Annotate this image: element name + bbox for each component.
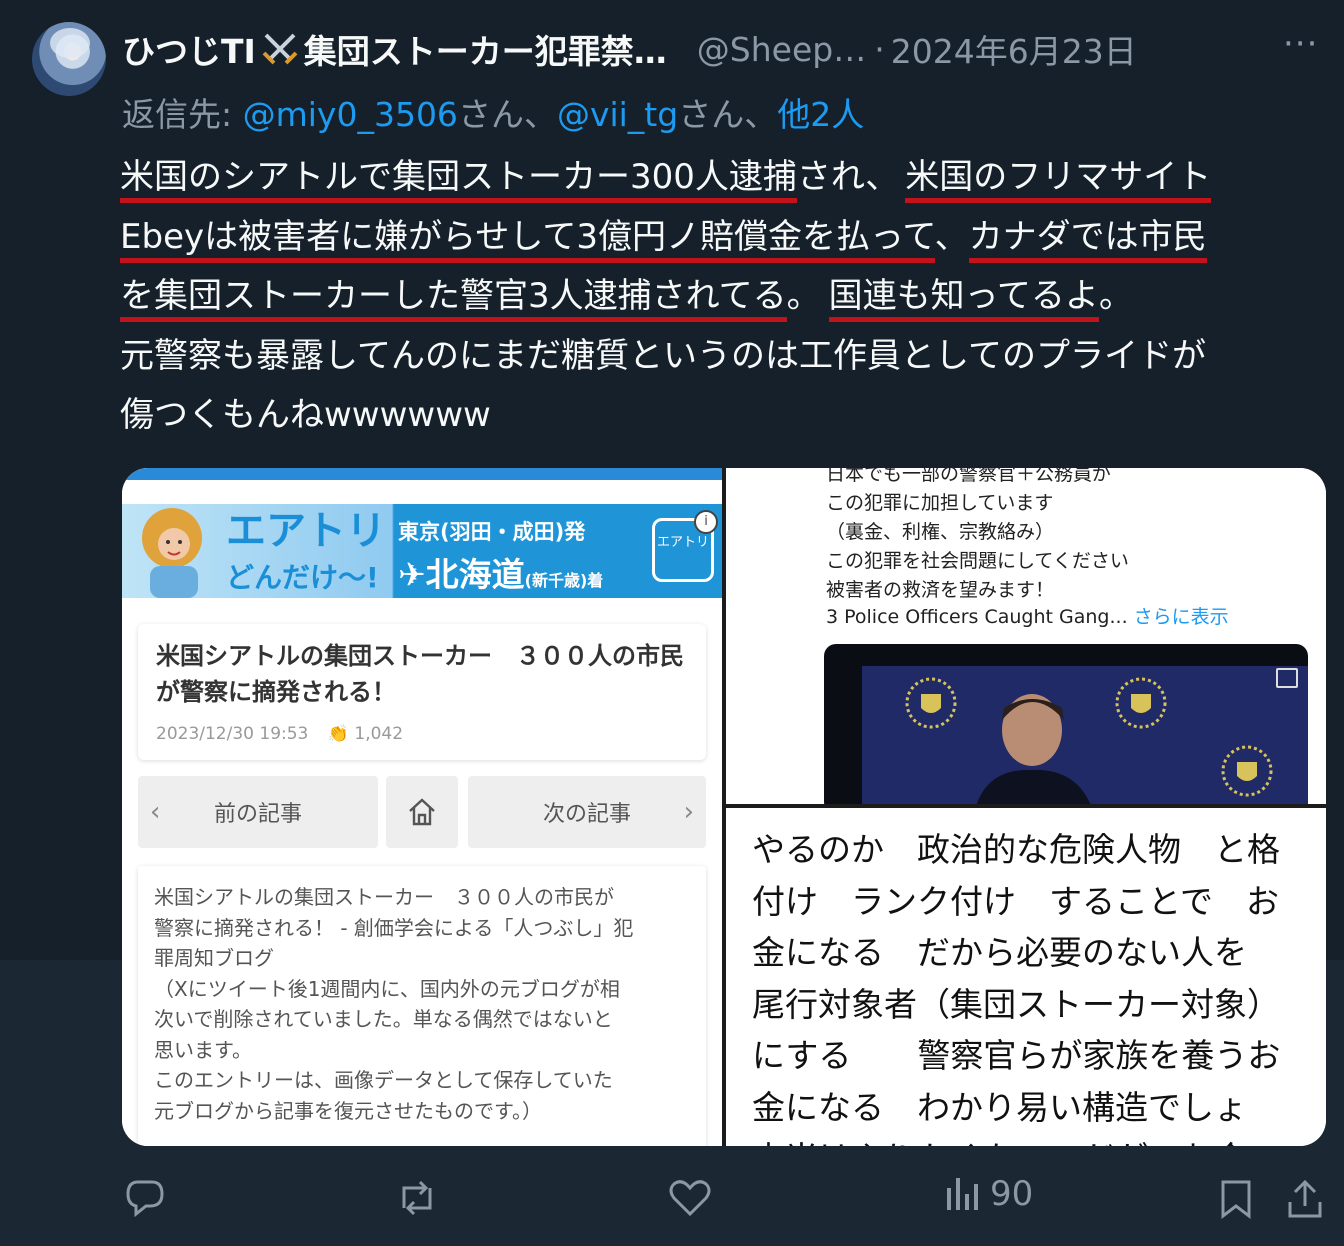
body-line-1: 米国のシアトルで集団ストーカー300人逮捕され、 米国のフリマサイト bbox=[120, 148, 1330, 208]
ad-route-destination-text: ✈北海道 bbox=[398, 555, 525, 594]
media-image-2[interactable]: 日本でも一部の警察官＋公務員が この犯罪に加担しています （裏金、利権、宗教絡み… bbox=[726, 468, 1326, 814]
bookmark-icon[interactable] bbox=[1218, 1178, 1254, 1220]
underlined-phrase: を集団ストーカーした警官3人逮捕されてる bbox=[120, 276, 787, 323]
ad-slogan: どんだけ〜! bbox=[226, 561, 379, 594]
reply-icon[interactable] bbox=[124, 1178, 166, 1218]
chevron-right-icon: › bbox=[683, 797, 694, 827]
speaker-image bbox=[974, 694, 1094, 814]
author-name-rest[interactable]: 集団ストーカー犯罪禁… bbox=[304, 25, 667, 73]
ad-route-origin: 東京(羽田・成田)発 bbox=[398, 520, 586, 544]
reply-to-line: 返信先: @miy0_3506さん、@vii_tgさん、他2人 bbox=[122, 88, 864, 136]
body-text: され、 bbox=[796, 157, 900, 197]
quoted-post-text: 日本でも一部の警察官＋公務員が この犯罪に加担しています （裏金、利権、宗教絡み… bbox=[826, 468, 1129, 601]
body-line-4: 元警察も暴露してんのにまだ糖質というのは工作員としてのプライドが bbox=[120, 335, 1206, 376]
body-text: 。 bbox=[786, 276, 821, 317]
police-crest-icon bbox=[1221, 745, 1273, 797]
article-title: 米国シアトルの集団ストーカー ３００人の市民が警察に摘発される！ bbox=[156, 642, 684, 706]
body-line-3: を集団ストーカーした警官3人逮捕されてる。 国連も知ってるよ。 bbox=[120, 267, 1330, 327]
clap-icon: 👏 bbox=[327, 724, 349, 744]
underlined-phrase: Ebeyは被害者に嫌がらせして3億円ノ賠償金を払って bbox=[120, 216, 935, 263]
ad-character-image bbox=[142, 508, 202, 598]
video-thumbnail[interactable] bbox=[824, 644, 1308, 814]
mention-link-1[interactable]: @miy0_3506 bbox=[243, 95, 458, 134]
mention-link-2[interactable]: @vii_tg bbox=[557, 95, 678, 134]
body-text: 、 bbox=[934, 216, 969, 257]
media-grid[interactable]: エアトリ どんだけ〜! 東京(羽田・成田)発 ✈北海道(新千歳)着 エアトリ i… bbox=[122, 468, 1326, 1146]
body-text: 。 bbox=[1098, 276, 1133, 317]
meta-separator: · bbox=[874, 29, 885, 69]
views-count: 90 bbox=[990, 1174, 1034, 1214]
media-image-3[interactable]: やるのか 政治的な危険人物 と格 付け ランク付け することで お 金になる だ… bbox=[726, 808, 1326, 1146]
underlined-phrase: 米国のフリマサイト bbox=[905, 157, 1212, 203]
next-article-button[interactable]: 次の記事 › bbox=[468, 776, 706, 848]
article-card: 米国シアトルの集団ストーカー ３００人の市民が警察に摘発される！ 2023/12… bbox=[138, 624, 706, 760]
body-line-2: Ebeyは被害者に嫌がらせして3億円ノ賠償金を払って、カナダでは市民 bbox=[120, 208, 1330, 268]
home-button[interactable] bbox=[386, 776, 458, 848]
reply-prefix: 返信先: bbox=[122, 95, 243, 134]
mention-others-link[interactable]: 他2人 bbox=[777, 95, 864, 134]
ad-brand: エアトリ bbox=[226, 508, 386, 554]
ad-banner[interactable]: エアトリ どんだけ〜! 東京(羽田・成田)発 ✈北海道(新千歳)着 エアトリ i bbox=[122, 504, 722, 598]
ad-route-destination-note: (新千歳)着 bbox=[524, 571, 604, 590]
chevron-left-icon: ‹ bbox=[150, 797, 161, 827]
post-date[interactable]: 2024年6月23日 bbox=[891, 25, 1137, 73]
more-options-icon[interactable]: ··· bbox=[1283, 24, 1318, 64]
analytics-icon bbox=[947, 1178, 978, 1210]
quoted-link-title: 3 Police Officers Caught Gang... bbox=[826, 606, 1128, 628]
ad-info-icon[interactable]: i bbox=[694, 510, 718, 534]
author-handle[interactable]: @Sheep… bbox=[697, 30, 866, 69]
reply-san-1: さん、 bbox=[457, 95, 557, 134]
underlined-phrase: 国連も知ってるよ bbox=[828, 276, 1099, 323]
home-icon bbox=[409, 798, 435, 826]
ad-route-destination: ✈北海道(新千歳)着 bbox=[398, 548, 603, 596]
repost-icon[interactable] bbox=[394, 1178, 440, 1218]
clap-count: 1,042 bbox=[354, 724, 404, 744]
action-bar: 90 bbox=[0, 1170, 1344, 1230]
article-excerpt: 米国シアトルの集団ストーカー ３００人の市民が 警察に摘発される！ - 創価学会… bbox=[138, 866, 706, 1146]
views-button[interactable]: 90 bbox=[944, 1174, 1033, 1214]
site-header-bar bbox=[122, 468, 722, 480]
post-header: ひつじTI 集団ストーカー犯罪禁… @Sheep… · 2024年6月23日 bbox=[122, 24, 1137, 74]
post-body: 米国のシアトルで集団ストーカー300人逮捕され、 米国のフリマサイト Ebeyは被… bbox=[120, 148, 1330, 446]
body-line-5: 傷つくもんねwwwwww bbox=[120, 395, 491, 436]
excerpt-text: 米国シアトルの集団ストーカー ３００人の市民が 警察に摘発される！ - 創価学会… bbox=[154, 885, 634, 1123]
handwritten-note-text: やるのか 政治的な危険人物 と格 付け ランク付け することで お 金になる だ… bbox=[752, 830, 1281, 1146]
prev-article-label: 前の記事 bbox=[213, 802, 302, 827]
police-crest-icon bbox=[905, 677, 957, 729]
underlined-phrase: 米国のシアトルで集団ストーカー300人逮捕 bbox=[120, 157, 797, 203]
crossed-swords-icon bbox=[262, 33, 298, 65]
fullscreen-icon[interactable] bbox=[1276, 668, 1298, 688]
quoted-link-line: 3 Police Officers Caught Gang... さらに表示 bbox=[826, 602, 1229, 629]
prev-article-button[interactable]: ‹ 前の記事 bbox=[138, 776, 378, 848]
avatar[interactable] bbox=[32, 22, 106, 96]
reply-san-2: さん、 bbox=[678, 95, 778, 134]
underlined-phrase: カナダでは市民 bbox=[968, 216, 1207, 263]
next-article-label: 次の記事 bbox=[542, 802, 631, 827]
like-icon[interactable] bbox=[668, 1178, 712, 1218]
share-icon[interactable] bbox=[1286, 1178, 1324, 1220]
police-crest-icon bbox=[1115, 677, 1167, 729]
article-date: 2023/12/30 19:53 bbox=[156, 724, 309, 744]
article-meta: 2023/12/30 19:53 👏 1,042 bbox=[156, 724, 403, 744]
show-more-link[interactable]: さらに表示 bbox=[1134, 606, 1229, 628]
author-name[interactable]: ひつじTI bbox=[122, 25, 256, 73]
media-image-1[interactable]: エアトリ どんだけ〜! 東京(羽田・成田)発 ✈北海道(新千歳)着 エアトリ i… bbox=[122, 468, 722, 1146]
